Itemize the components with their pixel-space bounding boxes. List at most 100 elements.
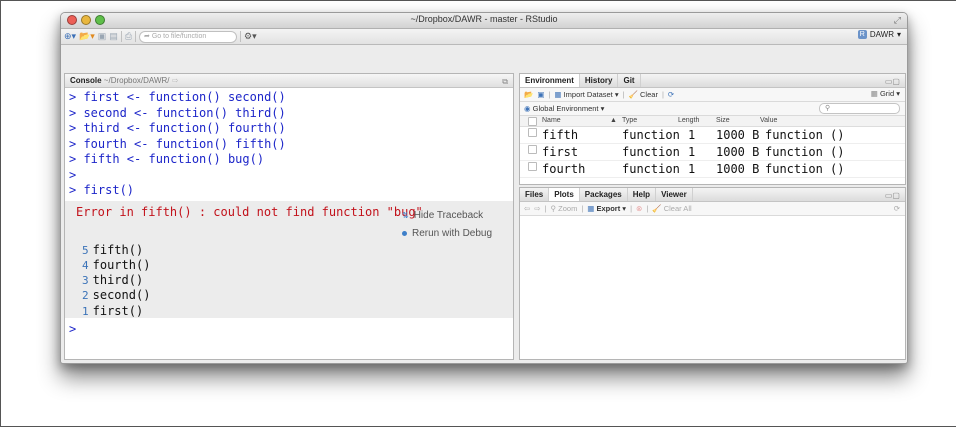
tab-environment[interactable]: Environment [520,74,580,87]
col-size[interactable]: Size [716,117,730,124]
project-menu[interactable]: R DAWR ▾ [857,30,901,39]
var-name: fifth [542,128,579,142]
rerun-debug-link[interactable]: Rerun with Debug [402,228,492,239]
frame-number: 1 [82,304,89,318]
environment-table-header: Name ▲ Type Length Size Value [520,116,905,127]
tab-files[interactable]: Files [520,188,550,201]
save-all-icon[interactable]: ▤ [109,30,118,43]
sort-icon: ⇅ [402,210,409,220]
tab-history[interactable]: History [580,74,619,87]
col-length[interactable]: Length [678,117,699,124]
broom-icon: 🧹 [652,204,662,213]
remove-plot-icon[interactable]: ⊗ [636,204,642,213]
refresh-icon[interactable]: ⟳ [668,90,674,99]
var-size: 1000 B [716,128,760,142]
traceback-item: 2 second() [82,288,150,303]
row-checkbox[interactable] [528,145,537,154]
code-line: > second <- function() third() [69,105,286,120]
addins-icon[interactable]: ⚙▾ [244,30,257,43]
sort-asc-icon: ▲ [610,117,617,124]
var-name: fourth [542,162,586,176]
var-value: function () [765,128,845,142]
grid-label: Grid [879,89,895,98]
main-toolbar: ⊕▾ 📂▾ ▣ ▤ ⎙ ➦ Go to file/function ⚙▾ R D… [61,29,907,45]
rstudio-window: ~/Dropbox/DAWR - master - RStudio ⤢ ⊕▾ 📂… [60,12,908,364]
table-row[interactable]: fifth function 1 1000 B function () [520,127,905,144]
pane-window-controls[interactable]: ▭▢ [885,189,900,202]
code-line: > [69,167,77,182]
col-value[interactable]: Value [760,117,777,124]
environment-scope-select[interactable]: ◉ Global Environment ▾ [524,104,604,113]
import-dataset-label: Import Dataset [563,90,613,99]
debug-icon [402,230,407,236]
print-icon[interactable]: ⎙ [125,30,132,43]
console-input[interactable]: > [65,322,513,336]
clear-all-button[interactable]: 🧹 Clear All [652,204,691,213]
var-size: 1000 B [716,145,760,159]
tab-git[interactable]: Git [618,74,641,87]
console-output: > first <- function() second() > second … [65,88,513,199]
toolbar-divider: | [548,90,551,99]
var-size: 1000 B [716,162,760,176]
col-name[interactable]: Name [542,117,561,124]
zoom-button[interactable]: ⚲ Zoom [551,204,578,213]
scope-bar: ◉ Global Environment ▾ ⚲ [520,102,905,116]
toolbar-divider [120,31,122,42]
tab-help[interactable]: Help [628,188,657,201]
plot-viewer [520,216,905,351]
grid-view-button[interactable]: ▦ Grid ▾ [871,89,900,98]
var-name: first [542,145,579,159]
hide-traceback-label: Hide Traceback [413,209,484,221]
select-all-checkbox[interactable] [528,117,537,126]
maximize-pane-icon[interactable]: ⧉ [502,75,508,88]
var-length: 1 [688,128,696,142]
tab-plots[interactable]: Plots [549,188,580,201]
export-button[interactable]: ▦ Export ▾ [587,204,626,213]
frame-number: 2 [82,289,89,303]
load-workspace-icon[interactable]: 📂 [524,90,533,99]
var-length: 1 [688,162,696,176]
new-file-icon[interactable]: ⊕▾ [64,30,76,43]
code-line: > first() [69,183,135,197]
title-bar: ~/Dropbox/DAWR - master - RStudio ⤢ [61,13,907,29]
clear-button[interactable]: 🧹 Clear [629,90,658,99]
broom-icon: 🧹 [628,90,638,99]
table-row[interactable]: fourth function 1 1000 B function () [520,161,905,178]
frame-call: fourth() [92,257,151,272]
goto-file-input[interactable]: ➦ Go to file/function [139,30,238,43]
back-arrow-icon[interactable]: ⇦ [524,204,530,213]
import-dataset-button[interactable]: ▦ Import Dataset ▾ [554,90,618,99]
console-pane: Console ~/Dropbox/DAWR/ ⇨ ⧉ > first <- f… [64,73,514,360]
project-name: DAWR [869,30,894,39]
tab-packages[interactable]: Packages [580,188,628,201]
var-value: function () [765,162,845,176]
frame-call: fifth() [92,242,144,257]
pane-window-controls[interactable]: ▭▢ [885,75,900,88]
refresh-icon[interactable]: ⟳ [894,204,900,213]
grid-icon: ▦ [870,89,878,98]
export-label: Export [596,204,621,213]
var-length: 1 [688,145,696,159]
goto-placeholder: Go to file/function [151,32,207,40]
col-type[interactable]: Type [622,117,637,124]
frame-number: 4 [82,258,89,272]
row-checkbox[interactable] [528,128,537,137]
window-title: ~/Dropbox/DAWR - master - RStudio [410,14,558,24]
toolbar-divider: | [630,204,633,213]
save-workspace-icon[interactable]: ▣ [537,90,544,99]
row-checkbox[interactable] [528,162,537,171]
goto-dir-icon[interactable]: ⇨ [172,76,179,85]
table-row[interactable]: first function 1 1000 B function () [520,144,905,161]
var-type: function [622,128,680,142]
tab-viewer[interactable]: Viewer [656,188,693,201]
save-icon[interactable]: ▣ [98,30,107,43]
code-line: > third <- function() fourth() [69,121,286,135]
hide-traceback-link[interactable]: ⇅ Hide Traceback [402,210,483,221]
table-icon: ▦ [554,90,562,99]
open-project-icon[interactable]: 📂▾ [79,30,95,43]
environment-search-input[interactable]: ⚲ [819,103,900,114]
zoom-label: Zoom [558,204,578,213]
forward-arrow-icon[interactable]: ⇨ [534,204,540,213]
var-value: function () [765,145,845,159]
fullscreen-icon[interactable]: ⤢ [894,15,901,26]
